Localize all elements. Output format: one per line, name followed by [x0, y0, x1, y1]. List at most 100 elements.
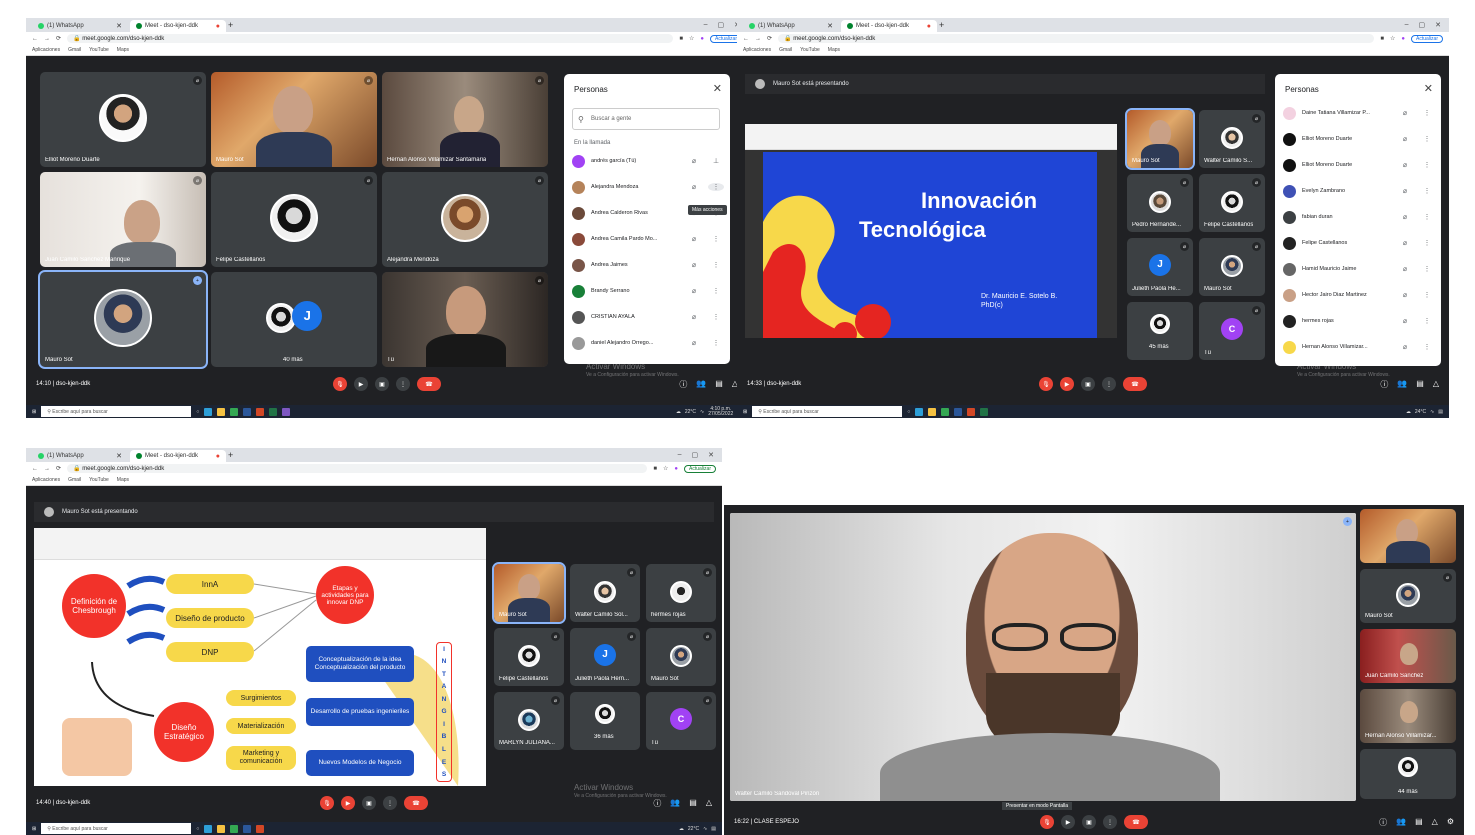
chat-icon[interactable]: ▤ — [1416, 379, 1424, 390]
participant-tile-self[interactable]: ⌀ Tú — [382, 272, 548, 367]
camera-toggle-button[interactable]: ▶ — [1061, 815, 1075, 829]
participant-tile[interactable]: ⌀ Felipe Castellanos — [1199, 174, 1265, 232]
bookmark-youtube[interactable]: YouTube — [800, 47, 820, 53]
participant-tile[interactable]: ⌀ Hernan Alonso Villamizar Santamaria — [382, 72, 548, 167]
present-button[interactable]: ▣ — [1081, 377, 1095, 391]
close-window-icon[interactable]: ✕ — [708, 451, 714, 459]
app-icon[interactable] — [282, 407, 291, 416]
tab-meet[interactable]: Meet - dso-kjen-ddk ● — [130, 450, 226, 462]
list-item[interactable]: andrés garcía (Tú) ⌀ ⊥ — [572, 148, 724, 174]
word-icon[interactable] — [954, 407, 963, 416]
tab-whatsapp[interactable]: (1) WhatsApp ✕ — [743, 20, 839, 32]
list-item[interactable]: daniel Alejandro Orrego... ⌀ ⋮ — [572, 330, 724, 356]
tab-meet[interactable]: Meet - dso-kjen-ddk ● — [841, 20, 937, 32]
bookmark-gmail[interactable]: Gmail — [68, 47, 81, 53]
list-item[interactable]: Alejandra Mendoza ⌀ ⋮ — [572, 174, 724, 200]
more-options-icon[interactable]: ⋮ — [1419, 291, 1435, 299]
more-options-button[interactable]: ⋮ — [1103, 815, 1117, 829]
explorer-icon[interactable] — [928, 407, 937, 416]
tab-whatsapp[interactable]: (1) WhatsApp ✕ — [32, 20, 128, 32]
main-speaker-tile[interactable]: + Walter Camilo Sandoval Pinzón — [730, 513, 1356, 801]
camera-icon[interactable]: ■ — [653, 466, 657, 472]
more-options-icon[interactable]: ⋮ — [1419, 109, 1435, 117]
camera-icon[interactable]: ■ — [1380, 36, 1384, 42]
participant-tile[interactable]: ⌀ hermes rojas — [646, 564, 716, 622]
more-options-icon[interactable]: ⋮ — [708, 339, 724, 347]
minimize-icon[interactable]: – — [678, 451, 682, 459]
bookmark-youtube[interactable]: YouTube — [89, 47, 109, 53]
tab-whatsapp[interactable]: (1) WhatsApp ✕ — [32, 450, 128, 462]
more-options-icon[interactable]: ⋮ — [1419, 213, 1435, 221]
chat-icon[interactable]: ▤ — [1415, 817, 1423, 828]
taskbar-search-input[interactable]: ⚲ Escribe aquí para buscar — [41, 823, 192, 834]
new-tab-button[interactable]: + — [939, 20, 944, 30]
more-options-icon[interactable]: ⋮ — [1419, 135, 1435, 143]
bookmark-apps[interactable]: Aplicaciones — [743, 47, 771, 53]
new-tab-button[interactable]: + — [228, 450, 233, 460]
bookmark-youtube[interactable]: YouTube — [89, 477, 109, 483]
participant-tile[interactable]: ⌀ Pedro Hernande... — [1127, 174, 1193, 232]
more-options-icon[interactable]: ⋮ — [708, 313, 724, 321]
participant-tile[interactable]: Juan Camilo Sanchez — [1360, 629, 1456, 683]
present-button[interactable]: ▣ — [362, 796, 376, 810]
participant-tile-overflow[interactable]: 45 más — [1127, 302, 1193, 360]
more-options-icon[interactable]: ⋮ — [708, 183, 724, 191]
participant-tile[interactable]: ⌀ Mauro Sot — [1360, 569, 1456, 623]
notifications-icon[interactable]: ▤ — [1438, 409, 1443, 415]
participant-tile[interactable]: ⌀ Mauro Sot — [1199, 238, 1265, 296]
present-button[interactable]: ▣ — [375, 377, 389, 391]
bookmark-maps[interactable]: Maps — [828, 47, 840, 53]
participant-tile[interactable]: ⌀ Mauro Sot — [646, 628, 716, 686]
powerpoint-icon[interactable] — [967, 407, 976, 416]
explorer-icon[interactable] — [217, 824, 226, 833]
more-options-icon[interactable]: ⋮ — [1419, 317, 1435, 325]
list-item[interactable]: Andrea Camila Pardo Mo... ⌀ ⋮ — [572, 226, 724, 252]
mic-toggle-button[interactable]: 🎙 — [320, 796, 334, 810]
maximize-icon[interactable]: ▢ — [692, 451, 699, 459]
camera-toggle-button[interactable]: ▶ — [354, 377, 368, 391]
list-item[interactable]: CRISTIAN AYALA ⌀ ⋮ — [572, 304, 724, 330]
update-button[interactable]: Actualizar — [684, 464, 716, 473]
forward-icon[interactable]: → — [44, 36, 50, 42]
forward-icon[interactable]: → — [755, 36, 761, 42]
forward-icon[interactable]: → — [44, 466, 50, 472]
reload-icon[interactable]: ⟳ — [56, 465, 61, 472]
minimize-icon[interactable]: – — [1405, 21, 1409, 29]
participant-tile[interactable]: ⌀ Felipe Castellanos — [211, 172, 377, 267]
windows-start-icon[interactable]: ⊞ — [32, 409, 36, 415]
people-search-input[interactable]: ⚲ Buscar a gente — [572, 108, 720, 130]
edge-icon[interactable] — [204, 407, 213, 416]
tab-meet[interactable]: Meet - dso-kjen-ddk ● — [130, 20, 226, 32]
camera-icon[interactable]: ■ — [679, 36, 683, 42]
more-options-icon[interactable]: ⋮ — [708, 287, 724, 295]
more-options-icon[interactable]: ⋮ — [1419, 161, 1435, 169]
list-item[interactable]: hermes rojas ⌀ ⋮ — [1283, 308, 1435, 334]
profile-icon[interactable]: ● — [700, 36, 704, 42]
participant-tile[interactable]: J ⌀ Julieth Paola He... — [1127, 238, 1193, 296]
mic-toggle-button[interactable]: 🎙 — [333, 377, 347, 391]
taskbar-search-input[interactable]: ⚲ Escribe aquí para buscar — [41, 406, 192, 417]
more-options-icon[interactable]: ⋮ — [1419, 187, 1435, 195]
participant-tile-self[interactable]: C ⌀ Tú — [1199, 302, 1265, 360]
close-icon[interactable]: ✕ — [116, 22, 122, 30]
chat-icon[interactable]: ▤ — [689, 798, 697, 809]
more-options-button[interactable]: ⋮ — [383, 796, 397, 810]
excel-icon[interactable] — [269, 407, 278, 416]
profile-icon[interactable]: ● — [674, 466, 678, 472]
profile-icon[interactable]: ● — [1401, 36, 1405, 42]
new-tab-button[interactable]: + — [228, 20, 233, 30]
reload-icon[interactable]: ⟳ — [767, 35, 772, 42]
participant-tile[interactable]: ⌀ Walter Camilo Sol... — [570, 564, 640, 622]
notifications-icon[interactable]: ▤ — [711, 826, 716, 832]
present-button[interactable]: ▣ — [1082, 815, 1096, 829]
edge-icon[interactable] — [204, 824, 213, 833]
list-item[interactable]: Hamid Mauricio Jaime ⌀ ⋮ — [1283, 256, 1435, 282]
bookmark-gmail[interactable]: Gmail — [779, 47, 792, 53]
participant-tile[interactable]: ⌀ Mauro Sot — [211, 72, 377, 167]
pin-icon[interactable]: + — [1343, 517, 1352, 526]
windows-start-icon[interactable]: ⊞ — [32, 826, 36, 832]
star-icon[interactable]: ☆ — [1390, 35, 1395, 42]
more-options-icon[interactable]: ⋮ — [1419, 265, 1435, 273]
leave-call-button[interactable]: ☎ — [1124, 815, 1148, 829]
chrome-icon[interactable] — [941, 407, 950, 416]
